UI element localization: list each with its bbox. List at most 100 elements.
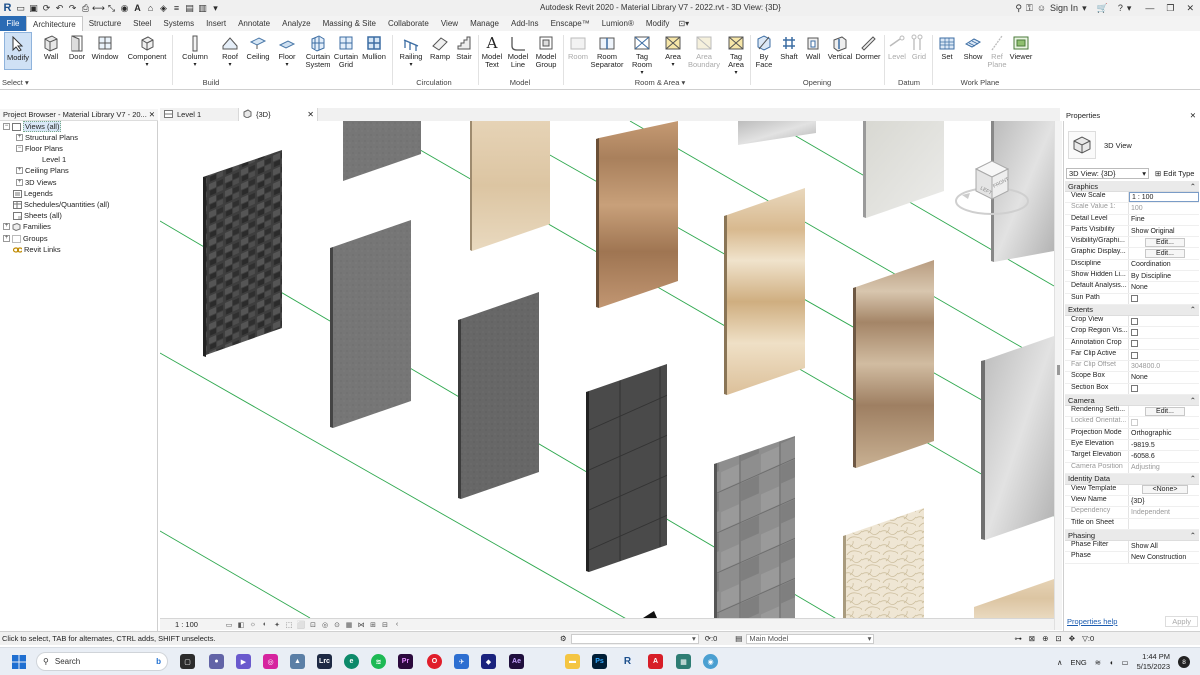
floor-dropdown-icon[interactable]: ▾: [285, 61, 288, 69]
ribbon-options-icon[interactable]: ⊡▾: [675, 16, 692, 31]
restore-icon[interactable]: ❐: [1166, 3, 1174, 14]
wall-button[interactable]: Wall: [39, 32, 63, 61]
subscription-icon[interactable]: ⚿: [1026, 3, 1033, 14]
property-value[interactable]: By Discipline: [1129, 271, 1199, 281]
tab-collaborate[interactable]: Collaborate: [382, 16, 435, 31]
drag-elements-icon[interactable]: ✥: [1069, 634, 1075, 643]
material-panels[interactable]: [203, 121, 1054, 618]
ramp-button[interactable]: Ramp: [428, 32, 452, 61]
property-value[interactable]: None: [1129, 282, 1199, 292]
property-value[interactable]: [1129, 417, 1199, 427]
column-dropdown-icon[interactable]: ▾: [193, 61, 196, 69]
close-icon[interactable]: ✕: [1186, 3, 1194, 14]
viewport-scrollbar[interactable]: [1054, 121, 1062, 630]
property-edit-button[interactable]: Edit...: [1145, 406, 1185, 416]
collapse-group-icon[interactable]: ⌃: [1190, 531, 1196, 540]
open-icon[interactable]: ▭: [15, 3, 26, 14]
after-effects-icon[interactable]: Ae: [509, 654, 524, 669]
clock[interactable]: 1:44 PM 5/15/2023: [1137, 652, 1170, 672]
close-view-tab-icon[interactable]: ✕: [307, 110, 314, 119]
property-edit-button[interactable]: <None>: [1141, 485, 1189, 495]
tab-annotate[interactable]: Annotate: [232, 16, 276, 31]
instance-filter-dropdown[interactable]: 3D View: {3D} ▾: [1066, 167, 1149, 179]
worksharing-display-icon[interactable]: ‹: [392, 620, 402, 629]
exchange-icon[interactable]: 🛒: [1097, 3, 1108, 14]
column-button[interactable]: Column ▾: [180, 32, 210, 69]
area-boundary-button[interactable]: Area Boundary: [686, 32, 722, 69]
property-checkbox[interactable]: [1131, 317, 1138, 325]
notification-badge[interactable]: 8: [1178, 656, 1190, 668]
show-analytical-model-icon[interactable]: ⋈: [356, 620, 366, 629]
project-browser-close-icon[interactable]: ✕: [149, 110, 158, 119]
model-group-button[interactable]: Model Group: [533, 32, 559, 69]
calculator-icon[interactable]: ▦: [676, 654, 691, 669]
property-checkbox[interactable]: [1131, 351, 1138, 359]
tree-item-groups[interactable]: + Groups: [3, 233, 48, 244]
tab-manage[interactable]: Manage: [464, 16, 505, 31]
sync-icon[interactable]: ⟳: [41, 3, 52, 14]
spotify-icon[interactable]: ≋: [371, 654, 386, 669]
help-dropdown-icon[interactable]: ▾: [1127, 3, 1132, 14]
tag-room-button[interactable]: Tag Room ▾: [628, 32, 656, 77]
select-underlay-icon[interactable]: ⊠: [1029, 634, 1035, 643]
workset-dropdown[interactable]: ▾: [570, 633, 699, 644]
3d-viewport[interactable]: LEFT FRONT: [160, 121, 1054, 618]
select-links-icon[interactable]: ⊶: [1014, 634, 1022, 643]
scrollbar-thumb[interactable]: [1057, 365, 1060, 375]
battery-icon[interactable]: ▭: [1122, 658, 1129, 667]
property-value[interactable]: -6058.6: [1129, 451, 1199, 461]
sign-in-dropdown-icon[interactable]: ▾: [1082, 3, 1087, 14]
unlocked-3d-view-icon[interactable]: ⊡: [308, 620, 318, 629]
tray-overflow-icon[interactable]: ∧: [1057, 658, 1063, 667]
maps-icon[interactable]: ◉: [703, 654, 718, 669]
temporary-hide-icon[interactable]: ◎: [320, 620, 330, 629]
property-value[interactable]: [1129, 519, 1199, 529]
model-text-button[interactable]: A Model Text: [480, 32, 504, 69]
tree-item-structural-plans[interactable]: + Structural Plans: [16, 132, 78, 143]
user-icon[interactable]: ☺: [1037, 3, 1046, 13]
expand-icon[interactable]: +: [3, 235, 10, 242]
tree-item-legends[interactable]: Legends: [13, 188, 53, 199]
property-value[interactable]: Coordination: [1129, 260, 1199, 270]
tab-steel[interactable]: Steel: [127, 16, 157, 31]
shadows-icon[interactable]: ◐: [260, 620, 270, 629]
door-button[interactable]: Door: [65, 32, 89, 61]
instagram-icon[interactable]: ◎: [263, 654, 278, 669]
property-value[interactable]: New Construction: [1129, 552, 1199, 562]
volume-icon[interactable]: ◖: [1109, 658, 1114, 667]
meet-icon[interactable]: ▶: [236, 654, 251, 669]
filter-icon[interactable]: ▽:0: [1082, 634, 1094, 643]
property-value[interactable]: Show All: [1129, 541, 1199, 551]
tree-item-sheets[interactable]: Sheets (all): [13, 210, 62, 221]
property-value[interactable]: None: [1129, 372, 1199, 382]
tree-item-families[interactable]: + Families: [3, 221, 51, 232]
measure-icon[interactable]: ⟷: [92, 3, 105, 14]
property-edit-button[interactable]: Edit...: [1145, 237, 1185, 247]
curtain-system-button[interactable]: Curtain System: [303, 32, 333, 69]
show-workplane-button[interactable]: Show: [961, 32, 985, 61]
property-value[interactable]: [1129, 327, 1199, 337]
section-icon[interactable]: ◈: [158, 3, 169, 14]
tab-lumion[interactable]: Lumion®: [596, 16, 640, 31]
thin-lines-icon[interactable]: ≡: [171, 3, 182, 14]
property-group-header[interactable]: Extents ⌃: [1065, 304, 1199, 316]
reveal-constraints-icon[interactable]: ⊟: [380, 620, 390, 629]
taskbar-search-box[interactable]: ⚲ Search b: [36, 652, 168, 671]
autocad-icon[interactable]: A: [648, 654, 663, 669]
photoshop-icon[interactable]: Ps: [592, 654, 607, 669]
revit-taskbar-icon[interactable]: R: [620, 654, 635, 669]
switch-windows-icon[interactable]: ▥: [197, 3, 208, 14]
tab-modify[interactable]: Modify: [640, 16, 676, 31]
railing-dropdown-icon[interactable]: ▾: [409, 61, 412, 69]
property-value[interactable]: Edit...: [1129, 406, 1199, 416]
tab-analyze[interactable]: Analyze: [276, 16, 316, 31]
help-icon[interactable]: ?: [1118, 3, 1123, 13]
tab-insert[interactable]: Insert: [200, 16, 232, 31]
select-group[interactable]: Select ▾: [2, 78, 32, 87]
tree-item-schedules[interactable]: Schedules/Quantities (all): [13, 199, 109, 210]
teams-icon[interactable]: ●: [209, 654, 224, 669]
tree-item-ceiling-plans[interactable]: + Ceiling Plans: [16, 165, 69, 176]
text-icon[interactable]: A: [132, 3, 143, 14]
properties-close-icon[interactable]: ✕: [1190, 111, 1196, 120]
room-button[interactable]: Room: [566, 32, 590, 61]
